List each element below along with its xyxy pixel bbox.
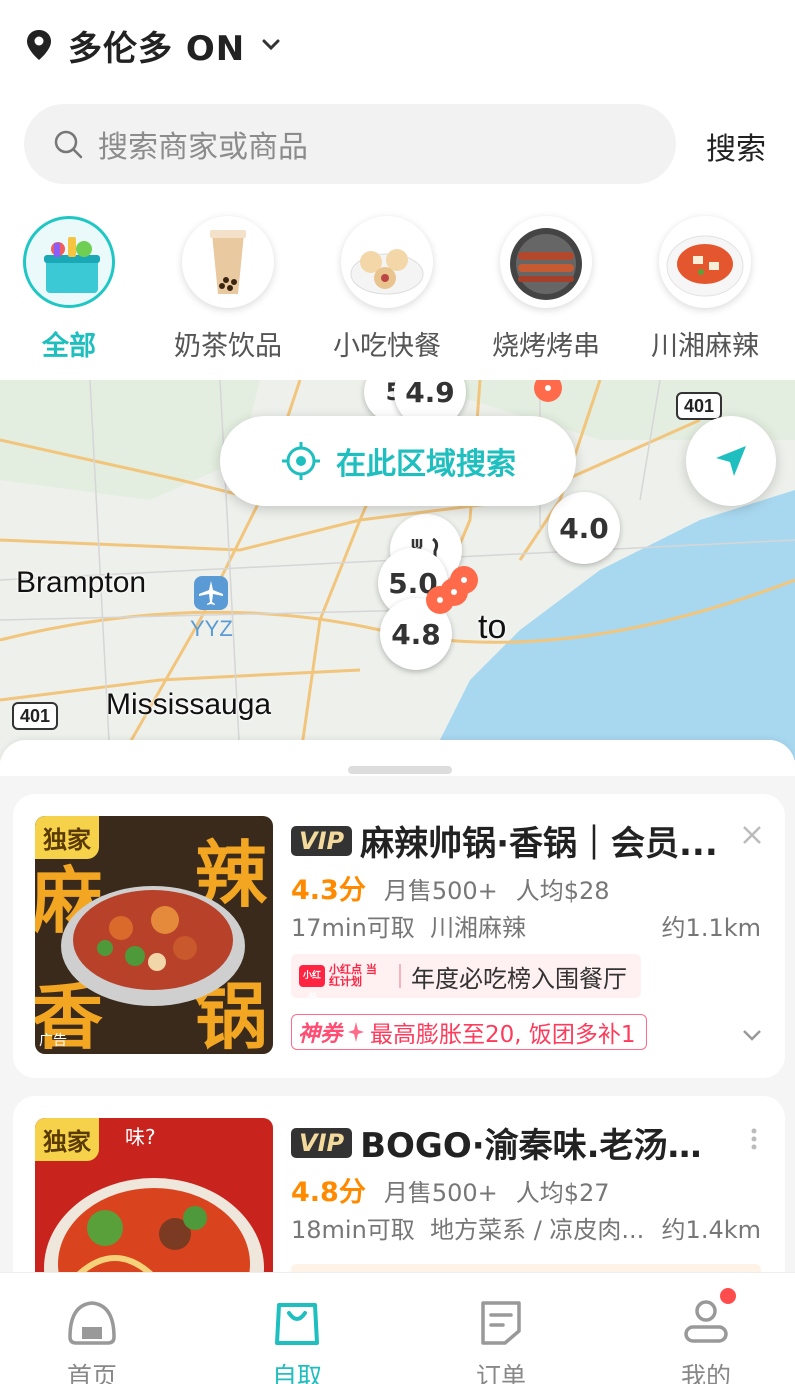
home-icon (68, 1301, 116, 1345)
location-selector[interactable]: 多伦多 ON (24, 22, 281, 69)
restaurant-list-sheet[interactable]: 辣 麻 香 锅 独家 广告 VIP 麻辣帅锅·香锅｜会员... 4.3分 月售5… (0, 740, 795, 1280)
category-spicy[interactable]: 川湘麻辣 (630, 216, 780, 363)
tab-home[interactable]: 首页 (12, 1297, 172, 1384)
restaurant-meta: 18min可取 地方菜系 / 凉皮肉... 约1.4km (291, 1210, 761, 1245)
city-label-brampton: Brampton (16, 566, 147, 599)
pickup-time: 17min可取 (291, 914, 415, 942)
tab-label: 首页 (66, 1362, 117, 1384)
navigation-arrow-icon (716, 446, 746, 476)
award-text: 年度必吃榜入围餐厅 (411, 964, 627, 993)
restaurant-title: VIP BOGO·渝秦味.老汤家... (291, 1118, 731, 1167)
restaurant-stats: 4.3分 月售500+ 人均$28 (291, 868, 610, 907)
pickup-time: 18min可取 (291, 1216, 415, 1244)
airport-icon (194, 576, 228, 610)
city-label-mississauga: Mississauga (106, 688, 272, 721)
exclusive-badge: 独家 (35, 816, 99, 859)
xiaohongshu-logo: 小红书 小红点 当红计划 (299, 961, 389, 1003)
crosshair-icon (282, 442, 320, 480)
bbq-skewer-icon (500, 216, 592, 308)
highway-sign: 401 (676, 392, 723, 420)
monthly-sales: 月售500+ (383, 877, 498, 905)
restaurant-name: 麻辣帅锅·香锅｜会员... (360, 824, 718, 864)
deal-tag-icon (534, 380, 562, 402)
search-this-area-button[interactable]: 在此区域搜索 (220, 416, 576, 506)
category-snacks[interactable]: 小吃快餐 (312, 216, 462, 363)
more-options-icon[interactable] (751, 1128, 757, 1150)
restaurant-meta: 17min可取 川湘麻辣 约1.1km (291, 908, 761, 943)
search-button[interactable]: 搜索 (706, 124, 766, 168)
tab-label: 我的 (680, 1362, 731, 1384)
coupon-text: 最高膨胀至20, 饭团多补1 (370, 1022, 636, 1048)
search-placeholder: 搜索商家或商品 (98, 130, 308, 165)
rating-score: 4.3分 (291, 875, 366, 906)
vip-badge: VIP (291, 1127, 353, 1158)
tab-label: 自取 (271, 1362, 322, 1384)
restaurant-image: 辣 麻 香 锅 独家 广告 (35, 816, 273, 1054)
category-label: 全部 (42, 331, 96, 362)
exclusive-badge: 独家 (35, 1118, 99, 1161)
category-bar: 全部 奶茶饮品 小吃快餐 烧烤烤串 川湘麻辣 (0, 216, 795, 366)
cuisine-type: 地方菜系 / 凉皮肉... (430, 1216, 645, 1244)
location-pin-icon (27, 30, 51, 60)
category-label: 奶茶饮品 (174, 331, 282, 362)
sparkle-icon (348, 1022, 365, 1042)
highway-sign: 401 (12, 702, 59, 730)
spicy-dish-icon (659, 216, 751, 308)
average-price: 人均$28 (515, 877, 610, 905)
grocery-basket-icon (23, 216, 115, 308)
cuisine-type: 川湘麻辣 (430, 914, 527, 942)
search-icon (54, 130, 83, 159)
category-bbq[interactable]: 烧烤烤串 (471, 216, 621, 363)
location-label: 多伦多 ON (68, 28, 246, 69)
ad-label: 广告 (39, 1033, 67, 1049)
distance: 约1.4km (661, 1216, 761, 1244)
airport-label: YYZ (190, 616, 233, 641)
tab-pickup[interactable]: 自取 (217, 1297, 377, 1384)
restaurant-title: VIP 麻辣帅锅·香锅｜会员... (291, 816, 731, 865)
coupon-tag: 神券 (298, 1022, 343, 1047)
bottom-tab-bar: 首页 自取 订单 我的 (0, 1272, 795, 1384)
dumplings-icon (341, 216, 433, 308)
bubble-tea-icon (182, 216, 274, 308)
bag-icon (275, 1303, 319, 1345)
coupon-badge[interactable]: 神券 最高膨胀至20, 饭团多补1 (291, 1014, 647, 1050)
category-bubble-tea[interactable]: 奶茶饮品 (153, 216, 303, 363)
restaurant-card[interactable]: 辣 麻 香 锅 独家 广告 VIP 麻辣帅锅·香锅｜会员... 4.3分 月售5… (13, 794, 785, 1078)
rating-marker[interactable]: 4.0 (548, 492, 620, 564)
category-label: 烧烤烤串 (492, 331, 600, 362)
vip-badge: VIP (291, 825, 353, 856)
category-label: 川湘麻辣 (651, 331, 759, 362)
sheet-drag-handle[interactable] (348, 766, 452, 774)
chevron-down-icon (262, 39, 280, 51)
monthly-sales: 月售500+ (383, 1179, 498, 1207)
tab-label: 订单 (475, 1362, 526, 1384)
restaurant-card[interactable]: 味? 独家 VIP BOGO·渝秦味.老汤家... 4.8分 月售500+ 人均… (13, 1096, 785, 1280)
restaurant-stats: 4.8分 月售500+ 人均$27 (291, 1170, 610, 1209)
rating-score: 4.8分 (291, 1177, 366, 1208)
notification-dot (720, 1288, 736, 1304)
restaurant-image: 味? 独家 (35, 1118, 273, 1280)
average-price: 人均$27 (515, 1179, 610, 1207)
tab-orders[interactable]: 订单 (421, 1297, 581, 1384)
search-this-area-label: 在此区域搜索 (336, 447, 516, 482)
my-location-button[interactable] (686, 416, 776, 506)
category-all[interactable]: 全部 (0, 216, 144, 363)
category-label: 小吃快餐 (333, 331, 441, 362)
award-badge: 小红书 小红点 当红计划 年度必吃榜入围餐厅 (291, 954, 641, 1003)
profile-icon (684, 1300, 728, 1343)
tab-profile[interactable]: 我的 (626, 1297, 786, 1384)
close-icon[interactable] (741, 824, 763, 846)
search-input[interactable]: 搜索商家或商品 (24, 104, 676, 184)
deal-tag-cluster-icon (426, 566, 478, 614)
badge-divider (399, 964, 401, 988)
order-icon (481, 1301, 521, 1345)
svg-text:味?: 味? (125, 1125, 156, 1149)
restaurant-name: BOGO·渝秦味.老汤家... (360, 1126, 731, 1166)
distance: 约1.1km (661, 914, 761, 942)
chevron-down-icon[interactable] (741, 1028, 763, 1042)
sheet-header (0, 740, 795, 776)
